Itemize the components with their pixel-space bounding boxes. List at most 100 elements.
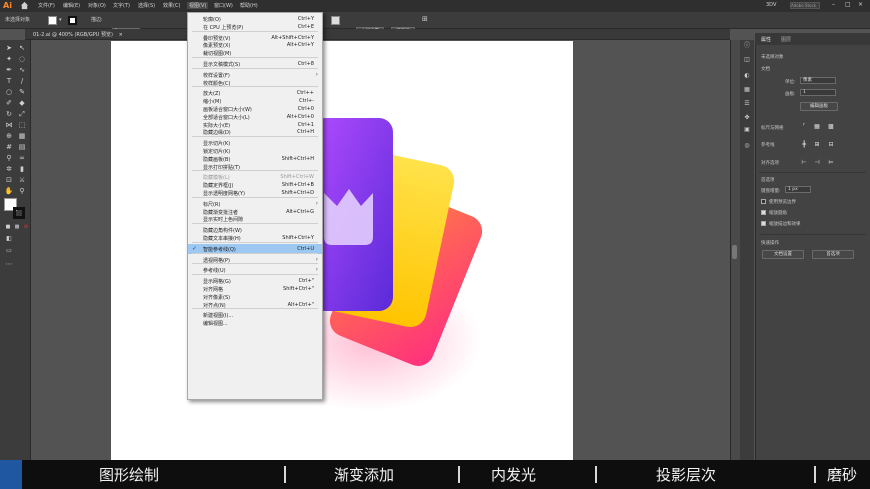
- blend-tool-icon[interactable]: ∞: [17, 154, 27, 163]
- symbol-sprayer-icon[interactable]: ✲: [4, 165, 14, 174]
- guides-lock-icon[interactable]: ⊞: [813, 141, 821, 148]
- document-tab[interactable]: 01-2.ai @ 400% (RGB/GPU 预览) ×: [33, 30, 123, 40]
- quick-doc-setup-button[interactable]: 文档设置: [762, 250, 804, 259]
- menu-effect[interactable]: 效果(C): [163, 2, 180, 9]
- menu-bar: Ai 文件(F) 编辑(E) 对象(O) 文字(T) 选择(S) 效果(C) 视…: [0, 0, 870, 12]
- view-menu-item[interactable]: 编辑视图...: [188, 318, 322, 328]
- rotate-tool-icon[interactable]: ↻: [4, 110, 14, 119]
- stroke-color-box[interactable]: [13, 207, 25, 219]
- direct-selection-tool-icon[interactable]: ↖: [17, 44, 27, 53]
- transparency-icon[interactable]: ▣: [743, 126, 751, 133]
- menu-separator: [192, 252, 318, 254]
- tools-panel: ➤ ↖ ✦ ◌ ✒ ∿ T / ○ ✎ ✐ ◆ ↻ ⤢ ⋈ ⬚ ⊕ ▦ # ▤ …: [0, 40, 31, 460]
- search-stock-input[interactable]: Adobe Stock: [790, 2, 820, 9]
- scale-corners-label: 缩放圆角: [769, 211, 787, 216]
- artboard-select[interactable]: 1: [800, 89, 836, 96]
- tab-layers[interactable]: 图层: [781, 36, 791, 43]
- line-tool-icon[interactable]: /: [17, 77, 27, 86]
- close-tab-icon[interactable]: ×: [119, 32, 123, 38]
- hand-tool-icon[interactable]: ✋: [4, 187, 14, 196]
- brushes-icon[interactable]: ☰: [743, 100, 751, 107]
- guides-show-icon[interactable]: ╋: [800, 141, 808, 148]
- unit-select[interactable]: 像素: [800, 77, 836, 84]
- artboard[interactable]: [111, 41, 573, 460]
- snap-grid-icon[interactable]: ⊢: [800, 159, 808, 166]
- graph-tool-icon[interactable]: ▮: [17, 165, 27, 174]
- menu-object[interactable]: 对象(O): [88, 2, 106, 9]
- color-icon[interactable]: ◐: [743, 72, 751, 79]
- free-transform-icon[interactable]: ⬚: [17, 121, 27, 130]
- scale-tool-icon[interactable]: ⤢: [17, 110, 27, 119]
- artboard-tool-icon[interactable]: ⊡: [4, 176, 14, 185]
- menu-separator: [192, 170, 318, 172]
- grid-icon[interactable]: ▦: [813, 123, 821, 130]
- close-icon[interactable]: ×: [858, 1, 863, 8]
- perspective-grid-icon[interactable]: ▦: [17, 132, 27, 141]
- fill-swatch[interactable]: [48, 16, 57, 25]
- keyboard-increment-field[interactable]: 1 px: [785, 186, 811, 193]
- magic-wand-icon[interactable]: ✦: [4, 55, 14, 64]
- more-tools-icon[interactable]: ⋯: [4, 260, 14, 269]
- zoom-tool-icon[interactable]: ⚲: [17, 187, 27, 196]
- menu-file[interactable]: 文件(F): [38, 2, 55, 9]
- arrange-icon[interactable]: ⊞: [422, 15, 428, 23]
- swatches-icon[interactable]: ▦: [743, 86, 751, 93]
- menu-select[interactable]: 选择(S): [138, 2, 155, 9]
- menu-window[interactable]: 窗口(W): [214, 2, 233, 9]
- smart-guides-icon[interactable]: ⊟: [827, 141, 835, 148]
- preferences-section-label: 首选项: [761, 178, 775, 183]
- ruler-icon[interactable]: ⌜: [800, 123, 808, 130]
- menu-type[interactable]: 文字(T): [113, 2, 130, 9]
- tab-properties[interactable]: 属性: [761, 36, 771, 43]
- menu-edit[interactable]: 编辑(E): [63, 2, 80, 9]
- mesh-tool-icon[interactable]: #: [4, 143, 14, 152]
- shaper-tool-icon[interactable]: ✐: [4, 99, 14, 108]
- none-mode-icon[interactable]: ⊘: [21, 223, 31, 232]
- menu-view[interactable]: 视图(V): [187, 2, 209, 9]
- eyedropper-icon[interactable]: ⚲: [4, 154, 14, 163]
- screen-mode-icon[interactable]: ▭: [4, 246, 14, 255]
- menu-help[interactable]: 帮助(H): [240, 2, 258, 9]
- workspace-label[interactable]: 3DV: [766, 2, 776, 8]
- subtitle-step-4: 投影层次: [656, 466, 717, 484]
- symbols-icon[interactable]: ✤: [743, 114, 751, 121]
- home-icon[interactable]: [20, 1, 29, 10]
- width-tool-icon[interactable]: ⋈: [4, 121, 14, 130]
- draw-mode-icon[interactable]: ◧: [4, 234, 14, 243]
- chevron-down-icon[interactable]: ▾: [59, 16, 62, 24]
- shape-builder-icon[interactable]: ⊕: [4, 132, 14, 141]
- style-swatch[interactable]: [331, 16, 340, 25]
- transparency-grid-icon[interactable]: ▩: [827, 123, 835, 130]
- lasso-icon[interactable]: ◌: [17, 55, 27, 64]
- snap-pixel-icon[interactable]: ⊣: [813, 159, 821, 166]
- ellipse-tool-icon[interactable]: ○: [4, 88, 14, 97]
- eraser-icon[interactable]: ◆: [17, 99, 27, 108]
- panel-divider: [759, 234, 866, 235]
- use-preview-bounds-checkbox[interactable]: [761, 199, 766, 204]
- paintbrush-icon[interactable]: ✎: [17, 88, 27, 97]
- minimize-icon[interactable]: –: [832, 1, 835, 8]
- scale-strokes-label: 缩放描边和效果: [769, 222, 801, 227]
- guides-label: 参考线: [761, 143, 775, 148]
- scale-strokes-checkbox[interactable]: [761, 221, 766, 226]
- edit-artboard-button[interactable]: 编辑画板: [800, 102, 838, 111]
- info-icon[interactable]: ⓘ: [743, 42, 751, 49]
- pen-tool-icon[interactable]: ✒: [4, 66, 14, 75]
- slice-tool-icon[interactable]: ⚔: [17, 176, 27, 185]
- maximize-icon[interactable]: □: [845, 1, 851, 8]
- menu-separator: [192, 30, 318, 32]
- snap-point-icon[interactable]: ⊨: [827, 159, 835, 166]
- ruler-grid-label: 标尺与网格: [761, 126, 784, 131]
- appearance-icon[interactable]: ◎: [743, 142, 751, 149]
- menu-item-shortcut: Shift+Ctrl+Y: [282, 235, 314, 241]
- quick-preferences-button[interactable]: 首选项: [812, 250, 854, 259]
- gradient-tool-icon[interactable]: ▤: [17, 143, 27, 152]
- stroke-swatch[interactable]: [68, 16, 77, 25]
- selection-tool-icon[interactable]: ➤: [4, 44, 14, 53]
- type-tool-icon[interactable]: T: [4, 77, 14, 86]
- panel-divider: [759, 172, 866, 173]
- scrollbar-thumb[interactable]: [732, 245, 737, 259]
- scale-corners-checkbox[interactable]: [761, 210, 766, 215]
- libraries-icon[interactable]: ◫: [743, 56, 751, 63]
- curvature-tool-icon[interactable]: ∿: [17, 66, 27, 75]
